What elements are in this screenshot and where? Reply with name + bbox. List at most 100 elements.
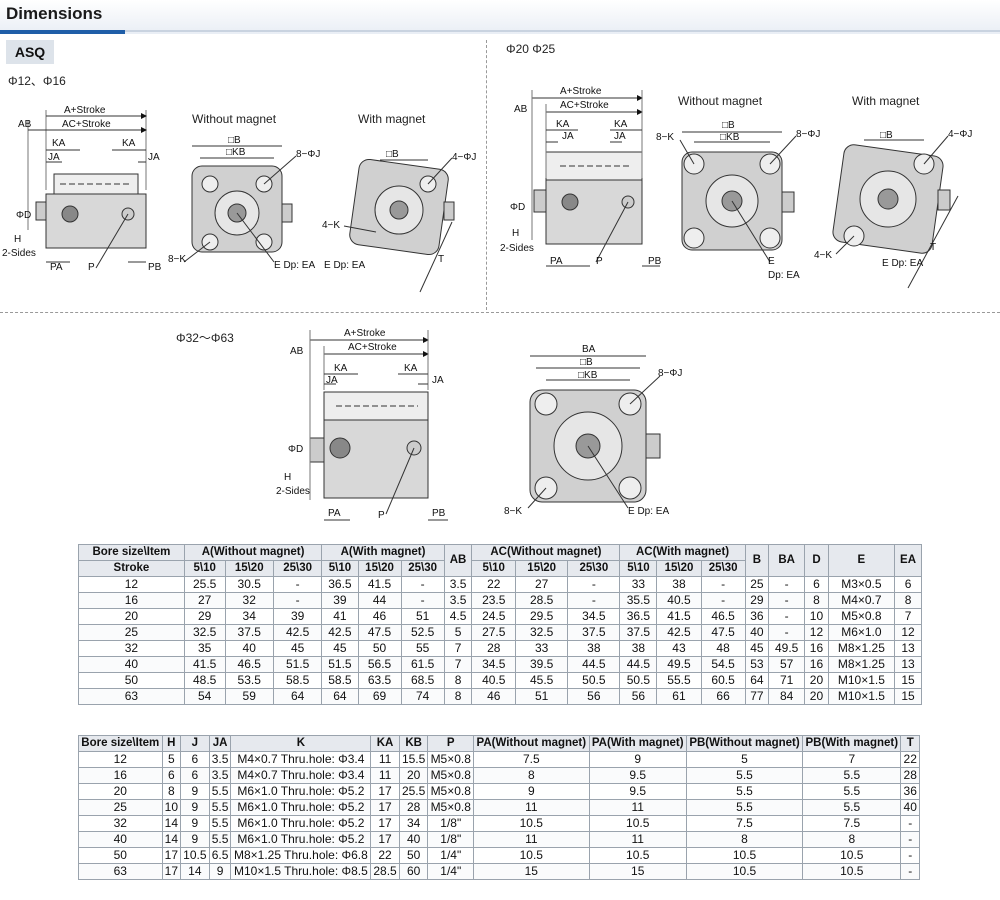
table-cell: 28 [398,799,429,816]
table-cell: M10×1.5 Thru.hole: Φ8.5 [230,863,372,880]
small-two-sides-label: 2-Sides [2,248,36,259]
small-eight-j-label: 8−ΦJ [296,149,320,160]
table-cell: 47.5 [357,624,402,641]
large-a-stroke-label: A+Stroke [344,328,386,339]
table-cell: 15 [473,863,590,880]
table-cell: - [700,592,746,609]
table-cell: - [900,847,920,864]
dimensions-page: Dimensions ASQ Φ12、Φ16 Without magnet Wi… [0,0,1000,900]
table-cell: 23.5 [471,592,517,609]
table-cell: 16 [804,640,829,657]
table-cell: 40 [744,624,770,641]
table-cell: - [567,592,621,609]
table-cell: 7 [443,656,473,673]
mid-h-label: H [512,228,519,239]
table-cell: 54 [183,688,226,705]
table-cell: 33 [515,640,569,657]
table-cell: 55.5 [656,672,702,689]
table-cell: 49.5 [768,640,806,657]
large-kb-label: □KB [578,370,598,381]
table-row: 50 48.5 53.5 58.5 58.5 63.5 68.5 8 40.5 45.5 50.5 5… [78,672,922,689]
large-ja-left-label: JA [326,375,338,386]
table-cell: 3.5 [208,751,232,768]
mid-b-label: □B [722,120,735,131]
table-cell: 5.5 [685,767,804,784]
table-cell: 57 [768,656,806,673]
table-cell: 11 [370,751,400,768]
table2-col-header: PA(With magnet) [588,735,687,752]
table-cell: 10.5 [588,847,687,864]
table-cell: 17 [161,863,182,880]
table-cell: 40 [900,799,920,816]
table-cell: 84 [768,688,806,705]
table-cell: 9.5 [588,767,687,784]
small-ka-right-label: KA [122,138,136,149]
small-mag-e-dp-ea-label: E Dp: EA [324,260,365,271]
table-cell: 20 [804,688,829,705]
mid-ac-stroke-label: AC+Stroke [560,100,609,111]
table-cell: 53 [744,656,770,673]
table-cell: 9 [208,863,232,880]
table-cell: 20 [398,767,429,784]
table-cell: 5.5 [208,815,232,832]
table-cell: 55 [400,640,445,657]
mid-side-view [531,90,660,267]
table-cell: M10×1.5 [827,672,896,689]
table2-body: 12 5 6 3.5 M4×0.7 Thru.hole: Φ3.4 11 15.5 M5×0.… [78,751,920,880]
table-row: 25 10 9 5.5 M6×1.0 Thru.hole: Φ5.2 17 28 M5×0.8… [78,799,920,816]
table-cell: 58.5 [272,672,323,689]
table-cell: 10.5 [180,847,210,864]
table-cell: 36.5 [321,576,359,593]
table-cell: 6 [180,767,210,784]
table-cell: M6×1.0 Thru.hole: Φ5.2 [230,815,372,832]
table1-stroke-header: 5\10 [619,560,658,577]
large-ba-label: BA [582,344,596,355]
mid-e-label: E [768,256,775,267]
table2-col-header: P [427,735,475,752]
table-cell: 56.5 [357,656,402,673]
table-cell: 44.5 [567,656,621,673]
table-cell: M4×0.7 Thru.hole: Φ3.4 [230,767,372,784]
table-cell: 32.5 [515,624,569,641]
table1-stroke-header: 5\10 [183,560,226,577]
mid-without-magnet-view [679,131,797,263]
table1-col-header: D [804,544,829,577]
table-cell: 40 [398,831,429,848]
table-cell: M6×1.0 Thru.hole: Φ5.2 [230,783,372,800]
table-cell: 11 [370,767,400,784]
table-cell: 15.5 [398,751,429,768]
table-cell: 34 [224,608,274,625]
table1-col-header: E [827,544,896,577]
table-cell: 45 [321,640,359,657]
table1-stroke-header: 15\20 [357,560,402,577]
large-b-label: □B [580,357,593,368]
table-cell: 74 [400,688,445,705]
table-cell: 38 [656,576,702,593]
table-cell: 49.5 [656,656,702,673]
table-cell: 3.5 [443,592,473,609]
table-cell: 51 [400,608,445,625]
table-cell: 64 [744,672,770,689]
table-cell: 39.5 [515,656,569,673]
table-cell: 35 [183,640,226,657]
table-cell: 28 [900,767,920,784]
small-ab-label: AB [18,119,32,130]
bore-size-cell: 40 [78,656,185,673]
table-cell: 51.5 [272,656,323,673]
table-cell: 22 [900,751,920,768]
table-cell: 6 [161,767,182,784]
table-cell: 8 [802,831,902,848]
table-cell: 25.5 [398,783,429,800]
table1-stroke-header: 25\30 [700,560,746,577]
table-cell: 8 [443,688,473,705]
table-cell: 34 [398,815,429,832]
small-four-k-label: 4−K [322,220,340,231]
large-pa-label: PA [328,508,341,519]
table-cell: 36 [900,783,920,800]
table-cell: 46.5 [700,608,746,625]
table-cell: 37.5 [224,624,274,641]
table-cell: 9 [473,783,590,800]
table-cell: M8×1.25 Thru.hole: Φ6.8 [230,847,372,864]
table1-col-header: B [744,544,770,577]
large-e-dp-ea-label: E Dp: EA [628,506,669,517]
